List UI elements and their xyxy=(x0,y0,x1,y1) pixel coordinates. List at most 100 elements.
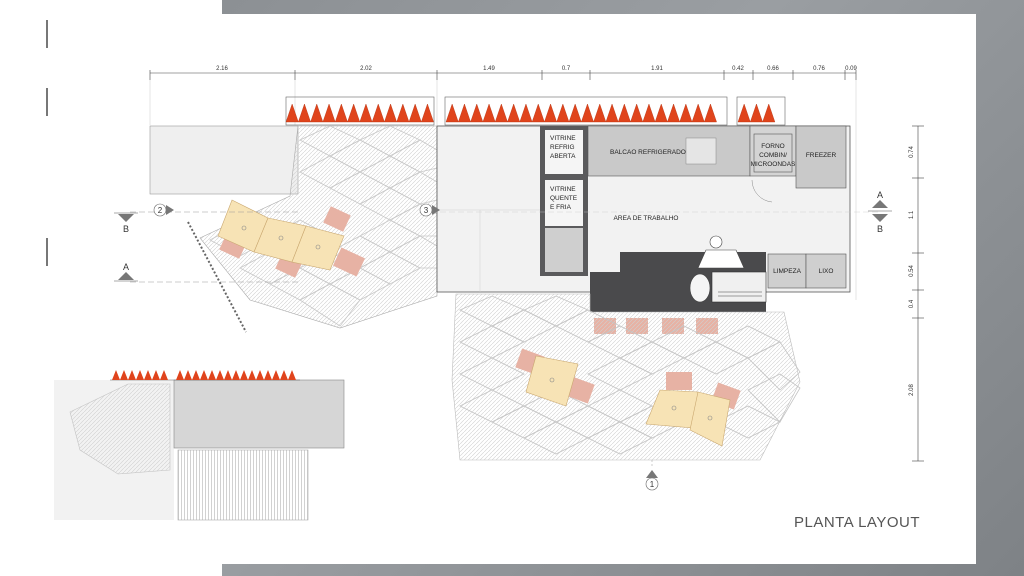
dim-top-7: 0.66 xyxy=(767,66,779,72)
roof-triangle xyxy=(654,103,668,123)
roof-triangle xyxy=(176,370,184,380)
roof-triangle xyxy=(408,103,422,123)
roof-triangle xyxy=(216,370,224,380)
vitrine-refrig-line3: ABERTA xyxy=(550,153,576,160)
dim-top-4: 0.7 xyxy=(562,66,571,72)
roof-triangle xyxy=(298,103,311,123)
balcao-label: BALCAO REFRIGERADO xyxy=(610,149,686,156)
roof-triangle xyxy=(359,103,373,123)
roof-triangle xyxy=(396,103,410,123)
roof-triangle xyxy=(112,370,120,380)
roof-triangle xyxy=(208,370,216,380)
vitrine-quente-line1: VITRINE xyxy=(550,186,576,193)
area-trabalho-label: AREA DE TRABALHO xyxy=(614,215,679,222)
roof-triangle xyxy=(272,370,280,380)
roof-triangle xyxy=(371,103,385,123)
plan-title: PLANTA LAYOUT xyxy=(794,514,920,531)
forno-line1: FORNO xyxy=(761,143,784,150)
roof-triangle xyxy=(160,370,168,380)
dim-top-6: 0.42 xyxy=(732,66,744,72)
section-a-right: A xyxy=(877,190,883,200)
view-1-label: 1 xyxy=(650,480,655,489)
view-3-label: 3 xyxy=(424,206,429,215)
roof-triangle xyxy=(136,370,144,380)
roof-triangle xyxy=(470,103,484,123)
roof-triangle xyxy=(288,370,296,380)
section-b-left: B xyxy=(123,224,129,234)
roof-triangle xyxy=(750,103,763,123)
roof-triangle xyxy=(494,103,508,123)
dim-top-9: 0.09 xyxy=(845,66,857,72)
vitrine-refrig-line1: VITRINE xyxy=(550,135,576,142)
roof-triangles xyxy=(285,96,786,126)
section-a-left: A xyxy=(123,262,129,272)
dim-top-2: 2.02 xyxy=(360,66,372,72)
roof-triangle xyxy=(240,370,248,380)
forno xyxy=(749,125,797,177)
sink xyxy=(685,137,717,165)
person-stool xyxy=(689,273,711,303)
roof-triangle xyxy=(704,103,717,123)
roof-triangle xyxy=(507,103,521,123)
roof-triangle xyxy=(256,370,264,380)
roof-triangle xyxy=(200,370,208,380)
roof-triangle xyxy=(531,103,545,123)
forno-line3: MICROONDAS xyxy=(751,161,796,168)
roof-triangle xyxy=(679,103,693,123)
dim-right-3: 0.54 xyxy=(909,265,915,277)
roof-triangle xyxy=(347,103,361,123)
dim-top-3: 1.49 xyxy=(483,66,495,72)
roof-triangle xyxy=(445,103,459,123)
roof-triangle xyxy=(667,103,680,123)
dim-right-4: 0.4 xyxy=(909,299,915,308)
vitrine-quente-line3: E FRIA xyxy=(550,204,572,211)
roof-triangle xyxy=(482,103,496,123)
limpeza-label: LIMPEZA xyxy=(773,268,801,275)
roof-triangle xyxy=(519,103,533,123)
person-figure xyxy=(709,235,723,249)
roof-triangle xyxy=(762,103,776,123)
roof-triangle xyxy=(630,103,644,123)
roof-triangle xyxy=(605,103,619,123)
dim-top-1: 2.16 xyxy=(216,66,228,72)
forno-line2: COMBIN/ xyxy=(759,152,787,159)
roof-triangle xyxy=(642,103,656,123)
vitrine-quente-line2: QUENTE xyxy=(550,195,578,202)
roof-triangle xyxy=(556,103,570,123)
section-b-right: B xyxy=(877,224,883,234)
roof-triangle xyxy=(232,370,240,380)
roof-triangle xyxy=(458,103,471,123)
dim-top-8: 0.76 xyxy=(813,66,825,72)
roof-triangle xyxy=(322,103,336,123)
vitrine-refrig-line2: REFRIG xyxy=(550,144,575,151)
roof-triangle xyxy=(144,370,152,380)
freezer-label: FREEZER xyxy=(806,152,837,159)
right-dimension-line: 0.74 1.1 0.54 0.4 2.08 xyxy=(909,125,924,462)
roof-triangle xyxy=(568,103,582,123)
roof-triangle xyxy=(184,370,192,380)
roof-triangle xyxy=(310,103,324,123)
lixo-label: LIXO xyxy=(819,268,834,275)
roof-triangle xyxy=(593,103,607,123)
chair xyxy=(666,372,692,390)
floor-plan: 2.16 2.02 1.49 0.7 1.91 0.42 0.66 0.76 0… xyxy=(54,66,924,521)
dim-top-5: 1.91 xyxy=(651,66,663,72)
dim-right-5: 2.08 xyxy=(909,384,915,396)
roof-triangle xyxy=(334,103,348,123)
roof-triangle xyxy=(285,103,299,123)
mini-plan xyxy=(54,370,345,521)
roof-triangle xyxy=(544,103,557,123)
view-2-label: 2 xyxy=(158,206,163,215)
roof-triangle xyxy=(224,370,232,380)
roof-triangle xyxy=(128,370,136,380)
roof-triangle xyxy=(280,370,288,380)
roof-triangle xyxy=(264,370,272,380)
roof-triangle xyxy=(120,370,128,380)
roof-triangle xyxy=(192,370,200,380)
cash-register xyxy=(711,271,767,303)
dim-right-2: 1.1 xyxy=(909,210,915,219)
bottom-deck xyxy=(451,293,801,461)
roof-triangle xyxy=(737,103,751,123)
roof-triangle xyxy=(581,103,594,123)
roof-triangle xyxy=(384,103,397,123)
